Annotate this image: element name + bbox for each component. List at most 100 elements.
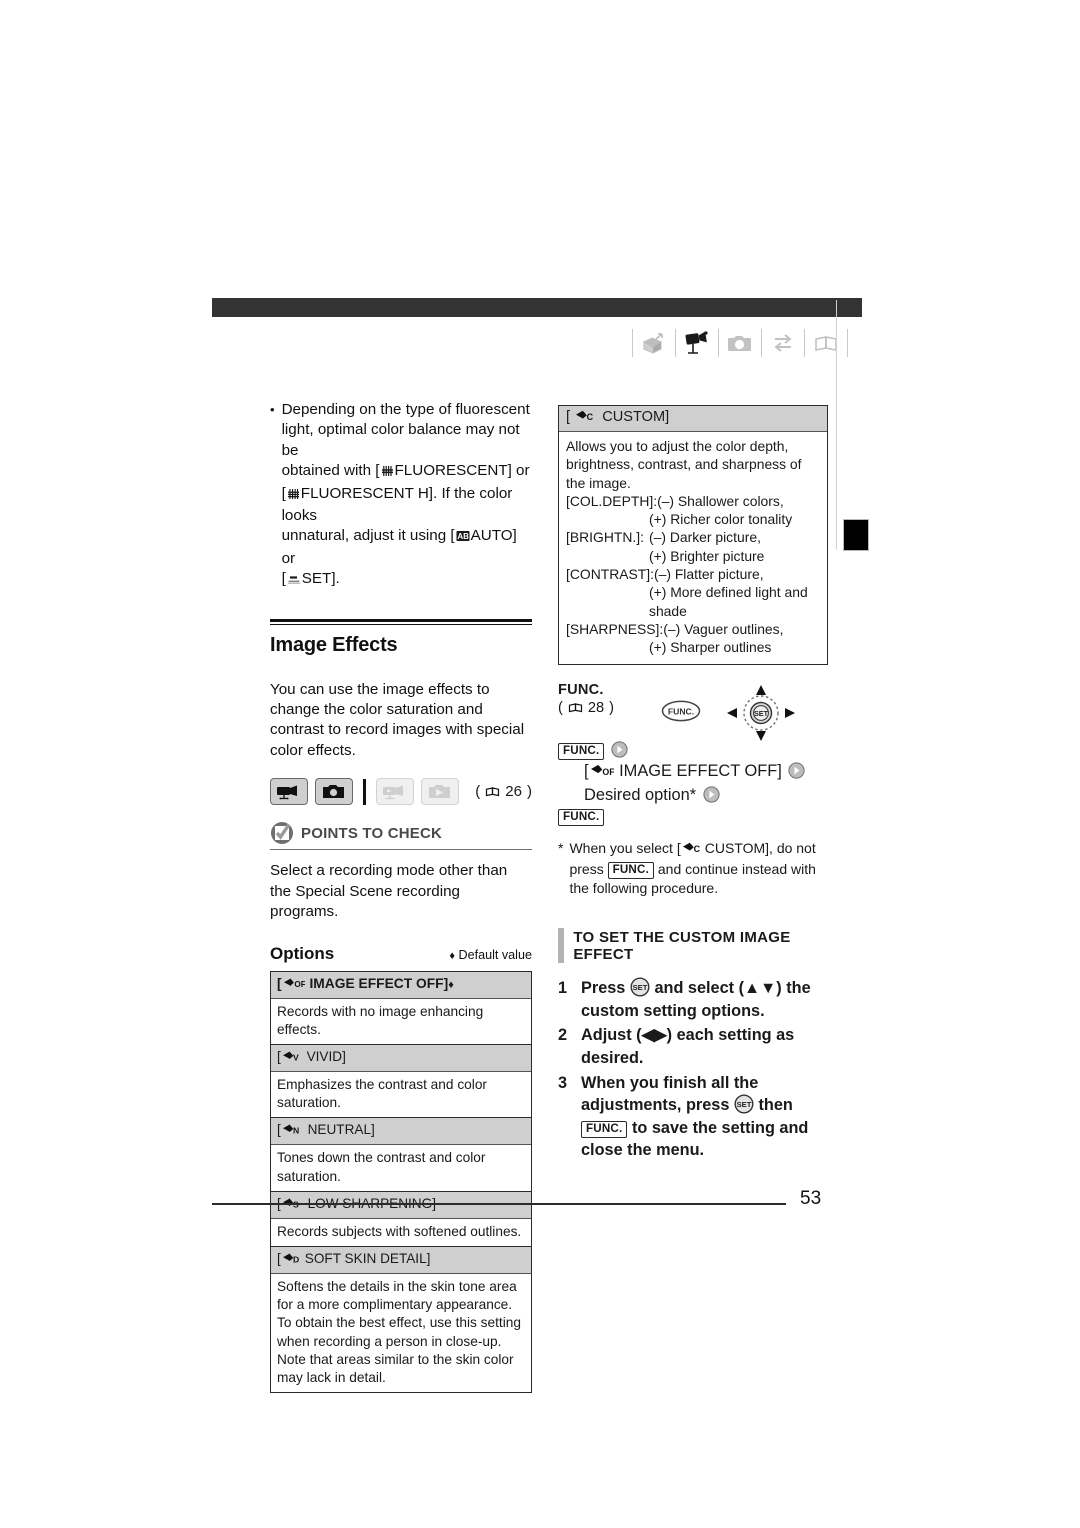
custom-row-brightn: [BRIGHTN.]: (–) Darker picture, (566, 528, 820, 546)
bracket-open: [ (277, 975, 282, 991)
func-reference-block: FUNC. ( 28) FUNC. SET (558, 682, 828, 741)
custom-row-sharpness: [SHARPNESS]: (–) Vaguer outlines, (566, 620, 820, 638)
func-step-3: Desired option* (584, 785, 828, 807)
note-line-3: obtained with [ (281, 462, 380, 480)
custom-plus-col-depth: (+) Richer color tonality (649, 511, 793, 528)
bracket-open: [ (277, 1122, 281, 1138)
step-number: 2 (558, 1026, 568, 1045)
section-rule-thin (270, 623, 532, 625)
option-desc-neutral: Tones down the contrast and color satura… (271, 1145, 531, 1192)
step-number: 3 (558, 1073, 568, 1092)
default-marker-inline: ♦ (448, 978, 454, 991)
step-text: When you finish all the adjustments, pre… (581, 1072, 828, 1162)
svg-text:SET: SET (633, 983, 648, 992)
func-key-step-3[interactable]: FUNC. (581, 1120, 628, 1138)
manual-page: • Depending on the type of fluorescent l… (0, 0, 1080, 1528)
func-step-2: [OFF IMAGE EFFECT OFF] (584, 761, 828, 785)
custom-effect-intro: Allows you to adjust the color depth, br… (566, 438, 802, 491)
auto-wb-icon: AB (456, 528, 470, 548)
func-key-footnote[interactable]: FUNC. (607, 861, 654, 879)
footnote-text-c: and continue instead with the following … (569, 860, 816, 896)
record-still-mode-badge (315, 778, 354, 806)
func-steps: FUNC. [OFF IMAGE EFFECT OFF] Desired opt… (558, 740, 828, 828)
svg-text:AB: AB (457, 532, 469, 541)
photo-camera-icon (721, 326, 759, 360)
custom-effect-label: CUSTOM (602, 409, 666, 425)
step-2-dir: ◀▶ (641, 1026, 667, 1045)
step-number: 1 (558, 979, 568, 998)
left-column: • Depending on the type of fluorescent l… (270, 400, 532, 1394)
svg-text:FUNC.: FUNC. (668, 706, 694, 716)
func-step-2-label: IMAGE EFFECT OFF (619, 762, 778, 781)
note-line-1: Depending on the type of fluorescent (281, 401, 530, 418)
bracket-open: [ (277, 1048, 281, 1064)
paren-close: ) (526, 783, 532, 801)
svg-text:SET: SET (737, 1100, 752, 1109)
option-label-vivid: VIVID (306, 1048, 343, 1064)
joystick-set-icon: SET (726, 684, 796, 747)
effect-soft-skin-detail-icon: D (282, 1252, 304, 1269)
header-mode-icons (630, 322, 850, 364)
footer-rule (212, 1203, 786, 1205)
step-2-a: Adjust ( (581, 1026, 642, 1045)
svg-text:N: N (293, 1126, 299, 1136)
section-tab-marker (843, 519, 869, 551)
page-number: 53 (800, 1188, 822, 1209)
play-movie-mode-badge (375, 778, 415, 806)
effect-low-sharpening-icon: S (282, 1197, 303, 1214)
section-rule-top (270, 618, 532, 622)
mode-indicator-row: ( 26) (270, 778, 532, 806)
custom-effect-box: [ C CUSTOM] Allows you to adjust the col… (558, 405, 828, 665)
record-movie-mode-badge (270, 778, 309, 806)
note-line-5: FLUORESCENT H]. If the color looks (281, 484, 513, 525)
custom-row-contrast-plus: (+) More defined light and shade (566, 583, 820, 620)
set-wb-icon (287, 571, 301, 591)
bracket-open: [ (277, 1250, 281, 1266)
bracket-close: ] (371, 1122, 375, 1138)
svg-text:D: D (293, 1254, 299, 1264)
points-to-check-rule (270, 849, 532, 851)
subheading-bar (558, 928, 565, 964)
effect-off-icon: OFF (283, 977, 310, 994)
func-key-button-end[interactable]: FUNC. (558, 809, 605, 827)
header-bar (212, 298, 862, 317)
right-edge-rule (836, 300, 837, 550)
mode-page-reference: ( 26) (475, 783, 532, 800)
custom-row-sharpness-plus: (+) Sharper outlines (566, 638, 820, 656)
book-ref-icon (568, 703, 582, 713)
set-button-icon: SET (630, 977, 650, 997)
func-step-3-label: Desired option* (584, 785, 697, 804)
custom-row-col-depth-plus: (+) Richer color tonality (566, 510, 820, 528)
step-arrow-icon (611, 740, 628, 758)
fluorescent-h-icon (287, 486, 300, 506)
mode-divider (363, 778, 366, 805)
divider (804, 329, 805, 357)
points-to-check-header: POINTS TO CHECK (270, 821, 532, 845)
func-step-4: FUNC. (558, 806, 828, 828)
func-ref-number: 28 (587, 699, 605, 716)
option-label-image-effect-off: IMAGE EFFECT OFF (309, 975, 444, 991)
option-header-low-sharpening: [S LOW SHARPENING] (271, 1191, 531, 1219)
note-line-6: unnatural, adjust it using [ (281, 527, 455, 545)
default-value-text: Default value (458, 947, 532, 962)
custom-row-col-depth: [COL.DEPTH]: (–) Shallower colors, (566, 492, 820, 510)
options-table: [OFF IMAGE EFFECT OFF] ♦ Records with no … (270, 970, 532, 1394)
page-title: Image Effects (270, 633, 398, 656)
effect-vivid-icon: V (282, 1050, 302, 1067)
option-label-soft-skin-detail: SOFT SKIN DETAIL (304, 1250, 427, 1266)
fluorescent-note: • Depending on the type of fluorescent l… (270, 400, 532, 592)
option-desc-vivid: Emphasizes the contrast and color satura… (271, 1071, 531, 1119)
subheading-text: TO SET THE CUSTOM IMAGE EFFECT (573, 929, 791, 964)
custom-key-contrast: [CONTRAST]: (566, 566, 654, 583)
func-key-button[interactable]: FUNC. (558, 742, 605, 760)
note-bracket-open: [ (281, 484, 286, 502)
custom-effect-box-header: [ C CUSTOM] (559, 406, 827, 432)
mode-ref-number: 26 (505, 783, 522, 801)
divider (761, 329, 762, 357)
option-desc-soft-skin-detail: Softens the details in the skin tone are… (271, 1273, 531, 1393)
footnote-text-a: When you select [ (569, 839, 681, 856)
bullet-marker: • (270, 402, 275, 417)
